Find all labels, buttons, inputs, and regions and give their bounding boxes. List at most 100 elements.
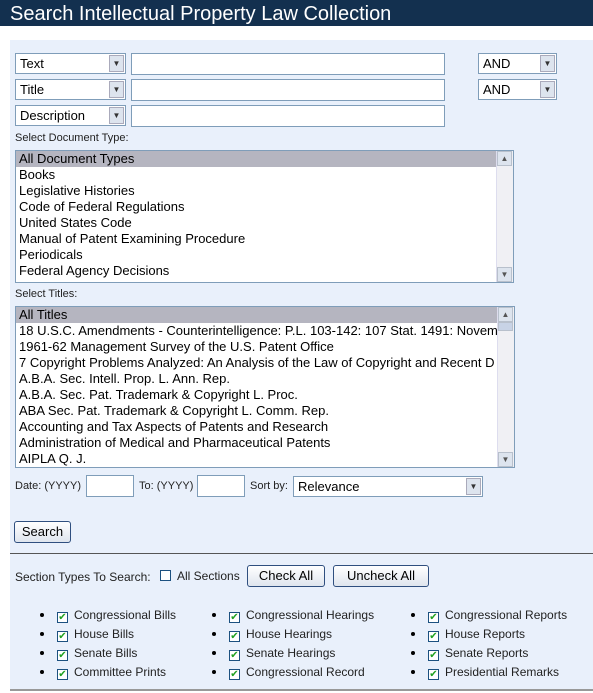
field-select-3[interactable]: Description ▼ (15, 105, 126, 126)
bullet-icon (40, 651, 44, 655)
section-checkbox[interactable]: ✔ (428, 631, 439, 642)
list-option[interactable]: Legislative Histories (16, 183, 513, 199)
section-checkbox[interactable]: ✔ (229, 650, 240, 661)
section-label: House Bills (74, 627, 135, 641)
list-option[interactable]: Federal Agency Decisions (16, 263, 513, 279)
chevron-down-icon: ▼ (109, 81, 124, 98)
list-option[interactable]: 1961-62 Management Survey of the U.S. Pa… (16, 339, 514, 355)
sort-value: Relevance (298, 479, 360, 494)
section-checkbox[interactable]: ✔ (428, 669, 439, 680)
section-checkbox[interactable]: ✔ (57, 612, 68, 623)
list-option[interactable]: A.B.A. Sec. Pat. Trademark & Copyright L… (16, 387, 514, 403)
section-checkbox[interactable]: ✔ (57, 650, 68, 661)
list-option[interactable]: Books (16, 167, 513, 183)
field-select-value: Description (20, 108, 86, 123)
bullet-icon (411, 613, 415, 617)
date-from-label: Date: (YYYY) (15, 480, 82, 492)
section-checkbox[interactable]: ✔ (428, 612, 439, 623)
chevron-down-icon: ▼ (540, 81, 555, 98)
list-option[interactable]: All Titles (16, 307, 514, 323)
doc-type-list[interactable]: All Document Types Books Legislative Histo… (15, 150, 514, 283)
divider (10, 553, 593, 554)
chevron-down-icon: ▼ (466, 478, 481, 495)
operator-select-2[interactable]: AND ▼ (478, 79, 557, 100)
scroll-up-icon[interactable]: ▲ (497, 151, 512, 166)
titles-list[interactable]: All Titles 18 U.S.C. Amendments - Counter… (15, 306, 515, 468)
operator-value: AND (483, 82, 511, 97)
section-checkbox[interactable]: ✔ (229, 612, 240, 623)
operator-select-1[interactable]: AND ▼ (478, 53, 557, 74)
section-checkbox[interactable]: ✔ (57, 631, 68, 642)
date-to-label: To: (YYYY) (139, 480, 194, 492)
section-label: Congressional Reports (445, 608, 568, 622)
bullet-icon (212, 670, 216, 674)
section-checkbox[interactable]: ✔ (428, 650, 439, 661)
page-title: Search Intellectual Property Law Collect… (0, 0, 593, 26)
field-select-1[interactable]: Text ▼ (15, 53, 126, 74)
list-option[interactable]: Manual of Patent Examining Procedure (16, 231, 513, 247)
scrollbar[interactable]: ▲ ▼ (496, 151, 513, 282)
bullet-icon (212, 632, 216, 636)
scroll-thumb[interactable] (498, 322, 513, 331)
list-option[interactable]: AIPLA Q. J. (16, 451, 514, 467)
list-option[interactable]: Code of Federal Regulations (16, 199, 513, 215)
scroll-down-icon[interactable]: ▼ (497, 267, 512, 282)
chevron-down-icon: ▼ (109, 55, 124, 72)
section-label: House Reports (445, 627, 526, 641)
list-option[interactable]: Accounting and Tax Aspects of Patents an… (16, 419, 514, 435)
section-checkbox[interactable]: ✔ (57, 669, 68, 680)
bullet-icon (40, 632, 44, 636)
section-item[interactable]: ✔ Congressional Bills (40, 606, 176, 625)
section-label: House Hearings (246, 627, 333, 641)
list-option[interactable]: 18 U.S.C. Amendments - Counterintelligen… (16, 323, 514, 339)
sort-select[interactable]: Relevance ▼ (293, 476, 483, 497)
list-option[interactable]: ABA Sec. Pat. Trademark & Copyright L. C… (16, 403, 514, 419)
section-item[interactable]: ✔ Senate Reports (411, 644, 567, 663)
doc-type-label: Select Document Type: (15, 132, 129, 144)
section-label: Congressional Bills (74, 608, 177, 622)
uncheck-all-button[interactable]: Uncheck All (333, 565, 429, 587)
bullet-icon (411, 651, 415, 655)
list-option[interactable]: A.B.A. Sec. Intell. Prop. L. Ann. Rep. (16, 371, 514, 387)
section-checkbox[interactable]: ✔ (229, 631, 240, 642)
section-item[interactable]: ✔ House Hearings (212, 625, 374, 644)
bottom-border (10, 689, 593, 691)
list-option[interactable]: All Document Types (16, 151, 513, 167)
search-input-3[interactable] (131, 105, 445, 127)
search-button[interactable]: Search (14, 521, 71, 543)
chevron-down-icon: ▼ (540, 55, 555, 72)
section-checkbox[interactable]: ✔ (229, 669, 240, 680)
section-item[interactable]: ✔ Senate Bills (40, 644, 176, 663)
section-column-2: ✔ Congressional Hearings ✔ House Hearings ✔ S… (212, 606, 374, 682)
field-select-value: Text (20, 56, 44, 71)
all-sections-checkbox[interactable] (160, 570, 171, 581)
section-label: Congressional Hearings (246, 608, 375, 622)
search-input-1[interactable] (131, 53, 445, 75)
date-to-input[interactable] (197, 475, 245, 497)
scroll-down-icon[interactable]: ▼ (498, 452, 513, 467)
list-option[interactable]: 7 Copyright Problems Analyzed: An Analys… (16, 355, 514, 371)
date-from-input[interactable] (86, 475, 134, 497)
section-item[interactable]: ✔ Congressional Reports (411, 606, 567, 625)
all-sections[interactable]: All Sections (160, 569, 240, 583)
list-option[interactable]: Administration of Medical and Pharmaceut… (16, 435, 514, 451)
list-option[interactable]: United States Code (16, 215, 513, 231)
section-item[interactable]: ✔ Congressional Record (212, 663, 374, 682)
bullet-icon (212, 613, 216, 617)
field-select-2[interactable]: Title ▼ (15, 79, 126, 100)
section-item[interactable]: ✔ House Bills (40, 625, 176, 644)
check-all-button[interactable]: Check All (247, 565, 325, 587)
bullet-icon (40, 670, 44, 674)
section-item[interactable]: ✔ Committee Prints (40, 663, 176, 682)
section-label: Senate Hearings (246, 646, 336, 660)
section-item[interactable]: ✔ Senate Hearings (212, 644, 374, 663)
list-option[interactable]: Periodicals (16, 247, 513, 263)
section-item[interactable]: ✔ Presidential Remarks (411, 663, 567, 682)
search-input-2[interactable] (131, 79, 445, 101)
sort-label: Sort by: (250, 480, 288, 492)
section-item[interactable]: ✔ Congressional Hearings (212, 606, 374, 625)
titles-label: Select Titles: (15, 288, 78, 300)
scrollbar[interactable]: ▲ ▼ (497, 307, 514, 467)
section-item[interactable]: ✔ House Reports (411, 625, 567, 644)
scroll-up-icon[interactable]: ▲ (498, 307, 513, 322)
